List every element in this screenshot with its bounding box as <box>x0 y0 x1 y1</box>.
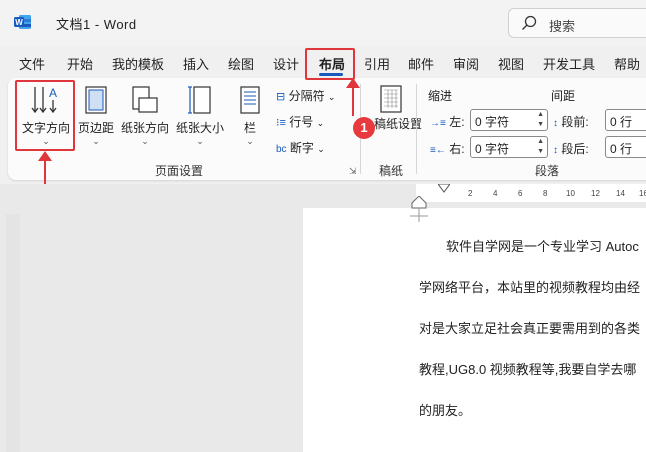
ruler-tick: 8 <box>543 189 548 198</box>
breaks-label: 分隔符 <box>288 89 325 103</box>
text-direction-highlight <box>15 80 75 151</box>
layout-tab-highlight <box>305 48 355 80</box>
tab-references[interactable]: 引用 <box>364 54 390 73</box>
line-numbers-button[interactable]: ⁝≡ 行号 ⌄ <box>276 113 324 130</box>
word-logo-icon: W <box>14 15 31 29</box>
indent-right-field-label: ≡← 右: <box>430 142 465 156</box>
arrow-up-icon <box>346 78 360 88</box>
tab-file[interactable]: 文件 <box>19 54 45 73</box>
indent-marker-icon[interactable] <box>438 184 450 194</box>
indent-right-icon: ≡← <box>430 145 446 156</box>
document-text-line[interactable]: 教程,UG8.0 视频教程等,我要自学去哪 <box>419 359 636 378</box>
spinner-arrows-icon[interactable]: ▲ ▼ <box>537 110 544 130</box>
document-title: 文档1 - Word <box>56 17 137 32</box>
columns-button[interactable]: 栏 ⌄ <box>236 84 264 146</box>
tab-view[interactable]: 视图 <box>498 54 524 73</box>
orientation-label: 纸张方向 <box>120 121 169 135</box>
tab-draw[interactable]: 绘图 <box>228 54 254 73</box>
indent-left-icon: →≡ <box>430 118 446 129</box>
spacing-after-icon: ↕ <box>553 145 558 156</box>
document-text-line[interactable]: 对是大家立足社会真正要需用到的各类 <box>419 318 640 337</box>
ruler-tick: 4 <box>493 189 498 198</box>
spacing-before-value: 0 行 <box>610 115 633 129</box>
indent-right-input[interactable]: 0 字符 ▲ ▼ <box>470 136 548 158</box>
spacing-after-field-label: ↕ 段后: <box>553 142 589 156</box>
columns-label: 栏 <box>243 121 256 135</box>
draft-group-label: 稿纸 <box>379 164 404 178</box>
columns-icon <box>240 86 260 114</box>
paper-size-icon <box>188 86 211 114</box>
indent-left-field-label: →≡ 左: <box>430 115 465 129</box>
spacing-after-input[interactable]: 0 行 <box>605 136 646 158</box>
indent-right-value: 0 字符 <box>475 142 510 156</box>
ruler-tick: 14 <box>616 189 625 198</box>
hyphenation-label: 断字 <box>289 141 314 155</box>
title-bar: W 文档1 - Word 搜索 <box>0 0 646 46</box>
ruler-tick: 12 <box>591 189 600 198</box>
search-icon <box>522 15 537 30</box>
line-numbers-icon: ⁝≡ <box>276 117 286 129</box>
draft-settings-button[interactable]: 稿纸设置 <box>374 84 423 132</box>
ruler-tick: 2 <box>468 189 473 198</box>
horizontal-ruler[interactable]: 2 4 6 8 10 12 14 16 <box>416 184 646 202</box>
tab-design[interactable]: 设计 <box>273 54 299 73</box>
paragraph-group-label: 段落 <box>535 164 560 178</box>
chevron-down-icon: ⌄ <box>317 144 325 154</box>
step-marker-1: 1 <box>353 117 375 139</box>
margin-corner-marker <box>410 196 428 222</box>
tab-mailings[interactable]: 邮件 <box>408 54 434 73</box>
orientation-icon <box>132 86 158 113</box>
size-label: 纸张大小 <box>175 121 224 135</box>
ruler-tick: 16 <box>639 189 646 198</box>
group-separator <box>416 84 417 174</box>
chevron-down-icon: ⌄ <box>141 136 149 146</box>
search-placeholder: 搜索 <box>549 19 576 34</box>
hyphenation-button[interactable]: bc 断字 ⌄ <box>276 139 325 156</box>
chevron-down-icon: ⌄ <box>327 92 336 102</box>
tab-my-templates[interactable]: 我的模板 <box>112 54 164 73</box>
tab-help[interactable]: 帮助 <box>614 54 640 73</box>
tab-insert[interactable]: 插入 <box>183 54 209 73</box>
page-setup-group-label: 页面设置 <box>155 164 204 178</box>
arrow-line <box>44 158 46 184</box>
tab-home[interactable]: 开始 <box>67 54 93 73</box>
arrow-line <box>352 84 354 116</box>
chevron-down-icon: ⌄ <box>246 136 254 146</box>
chevron-down-icon: ⌄ <box>196 136 204 146</box>
margins-button[interactable]: 页边距 ⌄ <box>76 84 116 146</box>
hyphenation-icon: bc <box>276 144 287 155</box>
spacing-after-value: 0 行 <box>610 142 633 156</box>
size-button[interactable]: 纸张大小 ⌄ <box>174 84 226 146</box>
spacing-title: 间距 <box>551 89 576 103</box>
dialog-launcher-icon[interactable]: ⇲ <box>349 166 357 177</box>
document-text-line[interactable]: 学网络平台，本站里的视频教程均由经 <box>419 277 640 296</box>
spacing-before-input[interactable]: 0 行 <box>605 109 646 131</box>
indent-left-value: 0 字符 <box>475 115 510 129</box>
tab-developer[interactable]: 开发工具 <box>543 54 595 73</box>
tab-review[interactable]: 审阅 <box>453 54 479 73</box>
spacing-before-icon: ↕ <box>553 118 558 129</box>
margins-label: 页边距 <box>77 121 114 135</box>
spacing-before-field-label: ↕ 段前: <box>553 115 589 129</box>
draft-paper-icon <box>380 85 402 113</box>
chevron-down-icon: ⌄ <box>316 118 325 128</box>
arrow-up-icon <box>38 151 52 161</box>
chevron-down-icon: ⌄ <box>92 136 100 146</box>
indent-title: 缩进 <box>428 89 453 103</box>
draft-settings-label: 稿纸设置 <box>374 117 423 131</box>
document-text-line[interactable]: 的朋友。 <box>419 400 471 419</box>
search-box[interactable]: 搜索 <box>508 8 646 38</box>
vertical-ruler[interactable] <box>6 214 20 452</box>
spinner-arrows-icon[interactable]: ▲ ▼ <box>537 137 544 157</box>
svg-text:W: W <box>15 18 23 27</box>
ruler-tick: 10 <box>566 189 575 198</box>
ruler-tick: 6 <box>518 189 523 198</box>
indent-left-input[interactable]: 0 字符 ▲ ▼ <box>470 109 548 131</box>
margins-icon <box>85 86 107 114</box>
breaks-button[interactable]: ⊟ 分隔符 ⌄ <box>276 87 335 104</box>
breaks-icon: ⊟ <box>276 91 286 103</box>
document-text-line[interactable]: 软件自学网是一个专业学习 Autoc <box>446 236 639 255</box>
orientation-button[interactable]: 纸张方向 ⌄ <box>120 84 170 146</box>
line-numbers-label: 行号 <box>289 115 314 129</box>
